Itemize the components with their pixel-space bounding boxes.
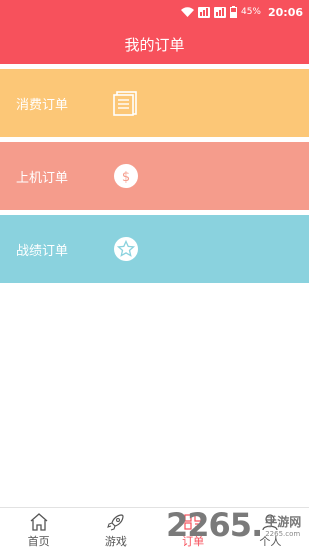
tab-home[interactable]: 首页	[0, 508, 77, 550]
clock: 20:06	[267, 5, 303, 19]
star-badge-icon	[112, 235, 140, 263]
status-bar: 45% 20:06	[0, 0, 309, 24]
site-watermark: 2265 . 手游网 2265.com	[166, 500, 306, 544]
battery-percent: 45%	[240, 7, 261, 17]
document-list-icon	[112, 89, 140, 117]
sim2-signal-icon	[213, 6, 226, 18]
battery-icon	[229, 6, 237, 18]
online-orders-card[interactable]: 上机订单 $	[0, 142, 309, 210]
sim1-signal-icon	[197, 6, 210, 18]
score-orders-card[interactable]: 战绩订单	[0, 215, 309, 283]
wifi-icon	[180, 7, 194, 17]
svg-text:$: $	[122, 170, 130, 185]
page-title: 我的订单	[124, 35, 185, 54]
watermark-number: 2265	[166, 506, 252, 544]
watermark-url: 2265.com	[265, 530, 301, 538]
rocket-icon	[105, 512, 127, 532]
consume-orders-label: 消费订单	[16, 97, 69, 113]
home-icon	[28, 512, 50, 532]
tab-games[interactable]: 游戏	[77, 508, 154, 550]
dollar-coin-icon: $	[112, 162, 140, 190]
online-orders-label: 上机订单	[16, 170, 69, 186]
watermark-site-name: 手游网	[265, 515, 302, 529]
score-orders-label: 战绩订单	[16, 243, 69, 259]
tab-home-label: 首页	[27, 535, 50, 548]
consume-orders-card[interactable]: 消费订单	[0, 69, 309, 137]
tab-games-label: 游戏	[104, 535, 127, 548]
app-header: 我的订单	[0, 24, 309, 64]
watermark-dot: .	[251, 506, 263, 544]
watermark-side: 手游网 2265.com	[265, 513, 301, 538]
